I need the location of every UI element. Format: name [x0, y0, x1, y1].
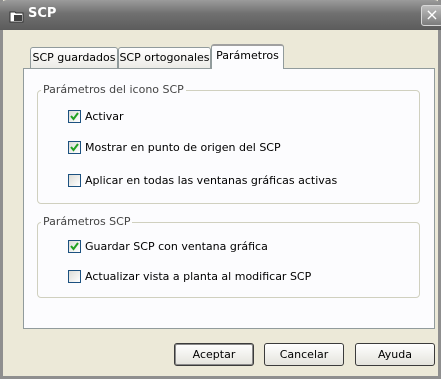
folder-icon [9, 8, 24, 23]
tab-scp-guardados[interactable]: SCP guardados [30, 47, 118, 68]
checkmark-icon [70, 242, 79, 251]
checkmark-icon [70, 112, 79, 121]
help-button-label: Ayuda [378, 348, 412, 361]
checkbox-label: Mostrar en punto de origen del SCP [85, 141, 281, 154]
tab-panel-parametros: Parámetros del icono SCP Activar Mostrar… [23, 68, 435, 329]
close-button[interactable]: × [421, 5, 441, 26]
checkbox-label: Guardar SCP con ventana gráfica [85, 240, 268, 253]
tab-parametros[interactable]: Parámetros [211, 44, 284, 69]
checkbox-box[interactable] [68, 141, 81, 154]
tab-label: Parámetros [216, 49, 279, 62]
checkbox-box[interactable] [68, 240, 81, 253]
scp-dialog: SCP × SCP guardados SCP ortogonales Pará… [0, 0, 441, 379]
checkbox-label: Actualizar vista a planta al modificar S… [85, 270, 312, 283]
checkbox-box[interactable] [68, 270, 81, 283]
icon-params-legend: Parámetros del icono SCP [41, 83, 186, 96]
checkbox-label: Activar [85, 110, 124, 123]
scp-params-legend: Parámetros SCP [41, 215, 133, 228]
cancel-button-label: Cancelar [279, 348, 329, 361]
tab-scp-ortogonales[interactable]: SCP ortogonales [118, 47, 211, 68]
checkbox-box[interactable] [68, 110, 81, 123]
accept-button[interactable]: Aceptar [174, 343, 254, 366]
accept-button-label: Aceptar [192, 348, 236, 361]
title-bar[interactable]: SCP × [0, 0, 441, 30]
checkbox-box[interactable] [68, 174, 81, 187]
scp-params-group [37, 222, 420, 298]
cancel-button[interactable]: Cancelar [264, 343, 344, 366]
checkmark-icon [70, 143, 79, 152]
window-title: SCP [28, 6, 57, 21]
close-icon: × [425, 5, 439, 24]
tab-label: SCP guardados [32, 51, 116, 64]
help-button[interactable]: Ayuda [355, 343, 435, 366]
tab-label: SCP ortogonales [119, 51, 210, 64]
checkbox-label: Aplicar en todas las ventanas gráficas a… [85, 174, 338, 187]
